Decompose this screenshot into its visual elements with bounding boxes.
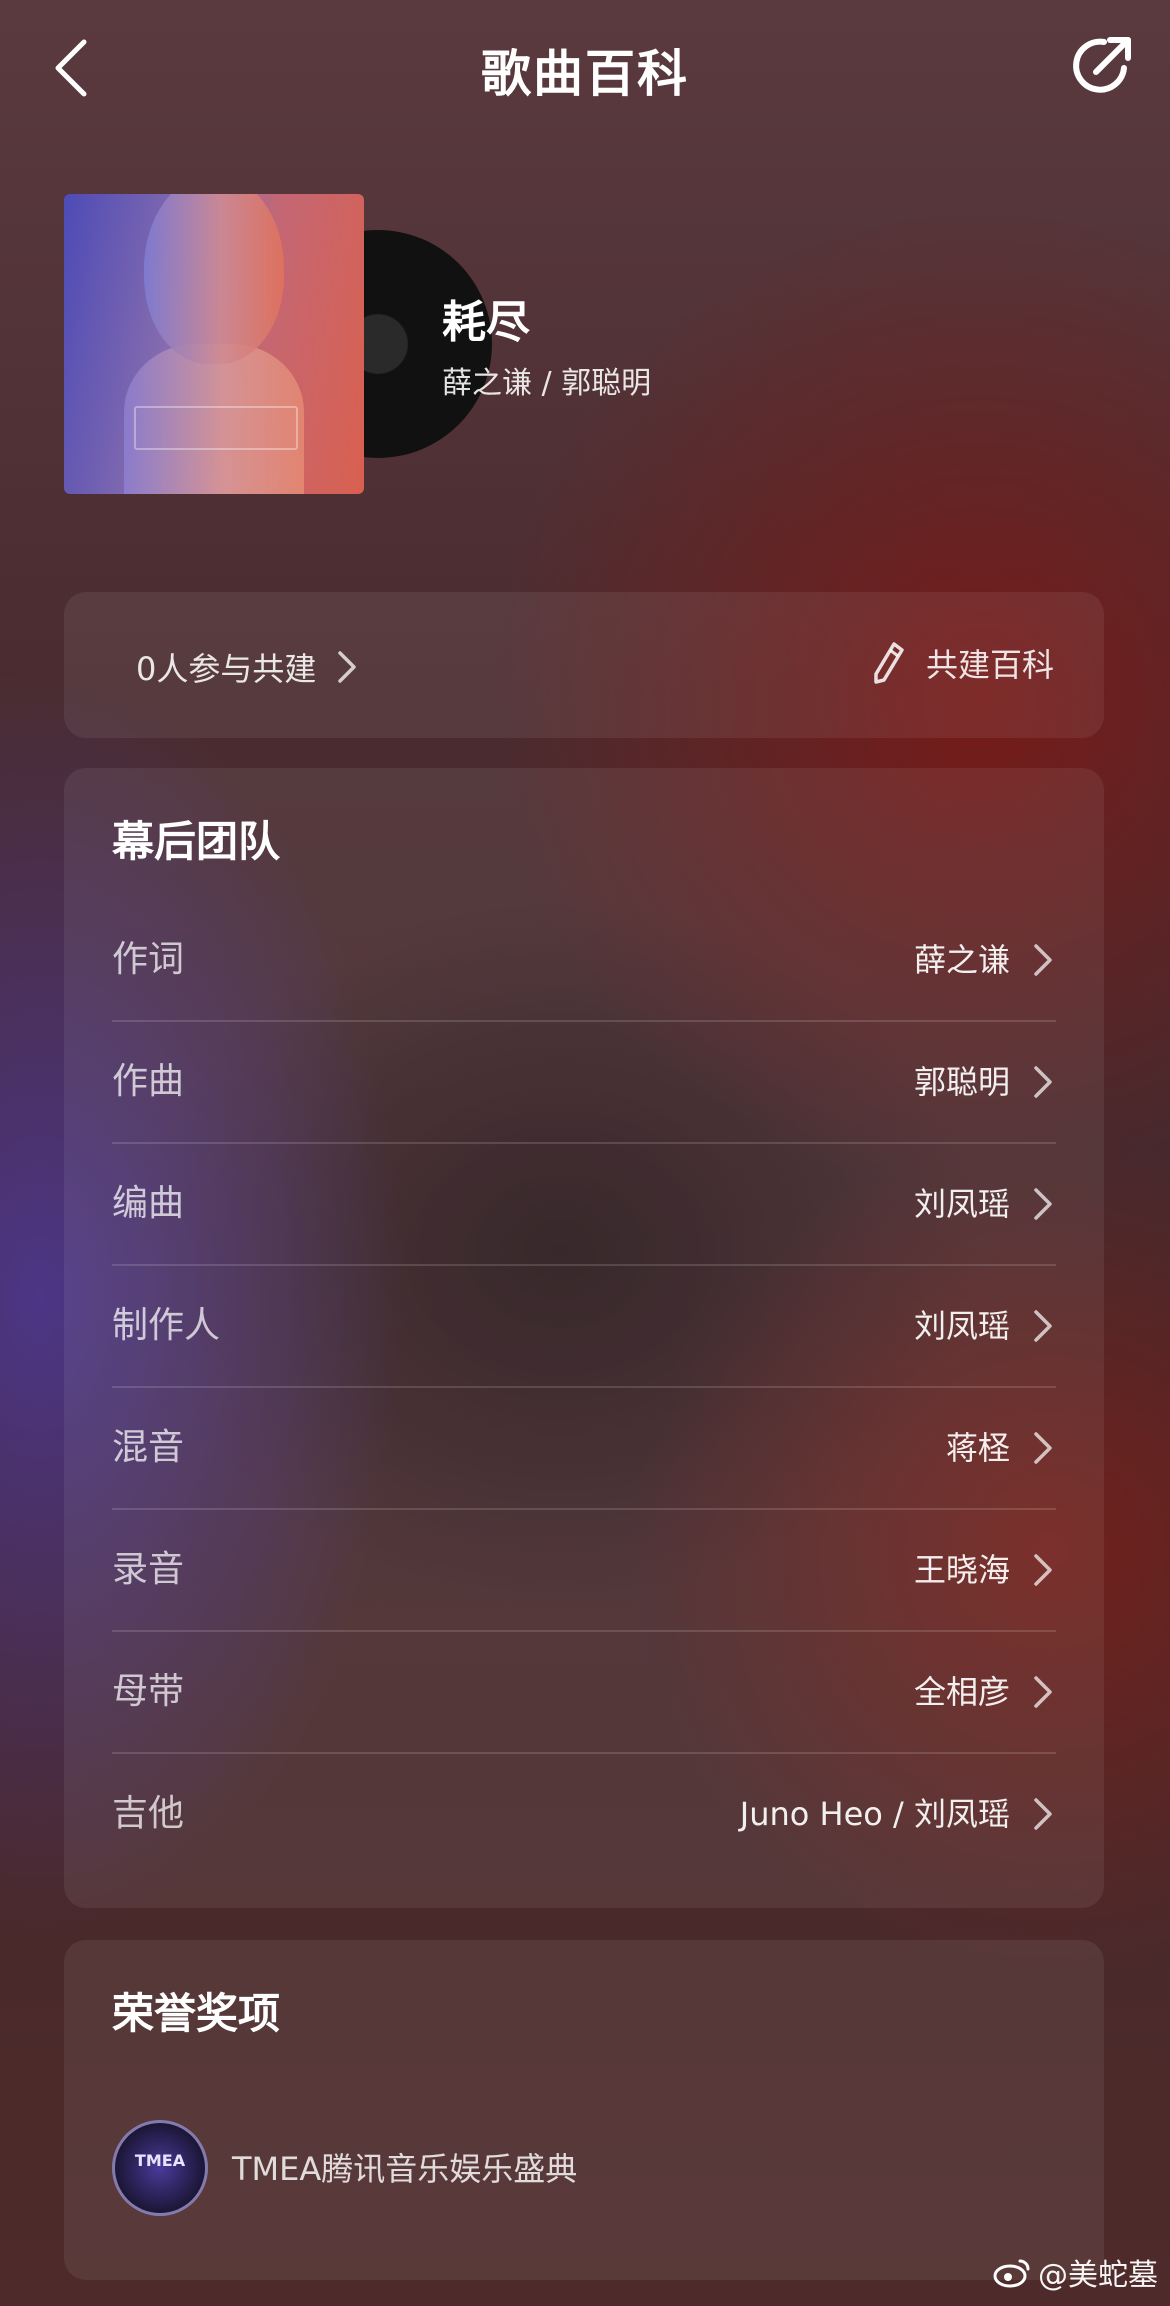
credit-name: 薛之谦 [913,941,1010,979]
credit-role: 混音 [112,1427,185,1468]
share-button[interactable] [1064,28,1140,104]
chevron-right-icon [1034,1798,1052,1830]
song-artists[interactable]: 薛之谦 / 郭聪明 [442,358,651,402]
credit-row[interactable]: 吉他 Juno Heo / 刘凤瑶 [112,1752,1056,1874]
contributors-link[interactable]: 0人参与共建 [136,644,366,690]
credit-row[interactable]: 作词 薛之谦 [112,900,1056,1020]
chevron-right-icon [1034,1554,1052,1586]
cover-title-mark [134,406,298,450]
watermark: @美蛇墓 [992,2250,1158,2294]
awards-title: 荣誉奖项 [112,1989,281,2038]
co-build-button[interactable]: 共建百科 [868,640,1054,686]
award-badge-label: TMEA [134,2151,186,2170]
credit-name: 全相彦 [913,1673,1010,1711]
credit-name: 蒋柽 [945,1429,1010,1467]
credit-role: 母带 [112,1671,185,1712]
credit-name: 王晓海 [913,1551,1010,1589]
credit-row[interactable]: 混音 蒋柽 [112,1386,1056,1508]
chevron-right-icon [1034,1310,1052,1342]
chevron-right-icon [1034,1188,1052,1220]
song-title: 耗尽 [442,297,530,348]
co-build-label: 共建百科 [925,646,1054,684]
song-header: 耗尽 薛之谦 / 郭聪明 [64,194,1104,494]
award-item[interactable]: TMEA TMEA腾讯音乐娱乐盛典 [112,2120,1012,2216]
credit-role: 作词 [112,939,185,980]
credit-name: 刘凤瑶 [913,1185,1010,1223]
credits-title: 幕后团队 [112,817,281,866]
credit-row[interactable]: 作曲 郭聪明 [112,1020,1056,1142]
credit-row[interactable]: 录音 王晓海 [112,1508,1056,1630]
cover-figure-face [144,194,284,364]
chevron-right-icon [1034,1066,1052,1098]
credit-name: 刘凤瑶 [913,1307,1010,1345]
chevron-right-icon [1034,1676,1052,1708]
weibo-logo-icon [993,2259,1030,2288]
chevron-right-icon [1034,1432,1052,1464]
awards-card: 荣誉奖项 TMEA TMEA腾讯音乐娱乐盛典 [64,1940,1104,2280]
credits-card: 幕后团队 作词 薛之谦 作曲 郭聪明 编曲 刘凤瑶 制作人 刘凤瑶 混音 蒋柽 … [64,768,1104,1908]
credit-role: 录音 [112,1549,185,1590]
award-badge-icon: TMEA [112,2120,208,2216]
credit-role: 吉他 [112,1793,185,1834]
top-bar: 歌曲百科 [0,0,1170,130]
credit-row[interactable]: 制作人 刘凤瑶 [112,1264,1056,1386]
credit-row[interactable]: 母带 全相彦 [112,1630,1056,1752]
page-title: 歌曲百科 [481,45,689,103]
credit-name: 郭聪明 [913,1063,1010,1101]
contribute-card: 0人参与共建 共建百科 [64,592,1104,738]
credits-list: 作词 薛之谦 作曲 郭聪明 编曲 刘凤瑶 制作人 刘凤瑶 混音 蒋柽 录音 王晓… [112,900,1056,1874]
award-name: TMEA腾讯音乐娱乐盛典 [232,2150,578,2188]
share-arrow-icon [1073,37,1131,93]
credit-role: 编曲 [112,1183,185,1224]
watermark-text: @美蛇墓 [1038,2258,1158,2293]
pencil-icon [874,642,904,684]
chevron-right-icon [338,651,357,683]
album-cover[interactable] [64,194,364,494]
credit-name: Juno Heo / 刘凤瑶 [739,1795,1010,1833]
contributors-count: 0人参与共建 [136,650,317,688]
chevron-right-icon [1034,944,1052,976]
credit-row[interactable]: 编曲 刘凤瑶 [112,1142,1056,1264]
credit-role: 制作人 [112,1305,221,1346]
credit-role: 作曲 [112,1061,185,1102]
